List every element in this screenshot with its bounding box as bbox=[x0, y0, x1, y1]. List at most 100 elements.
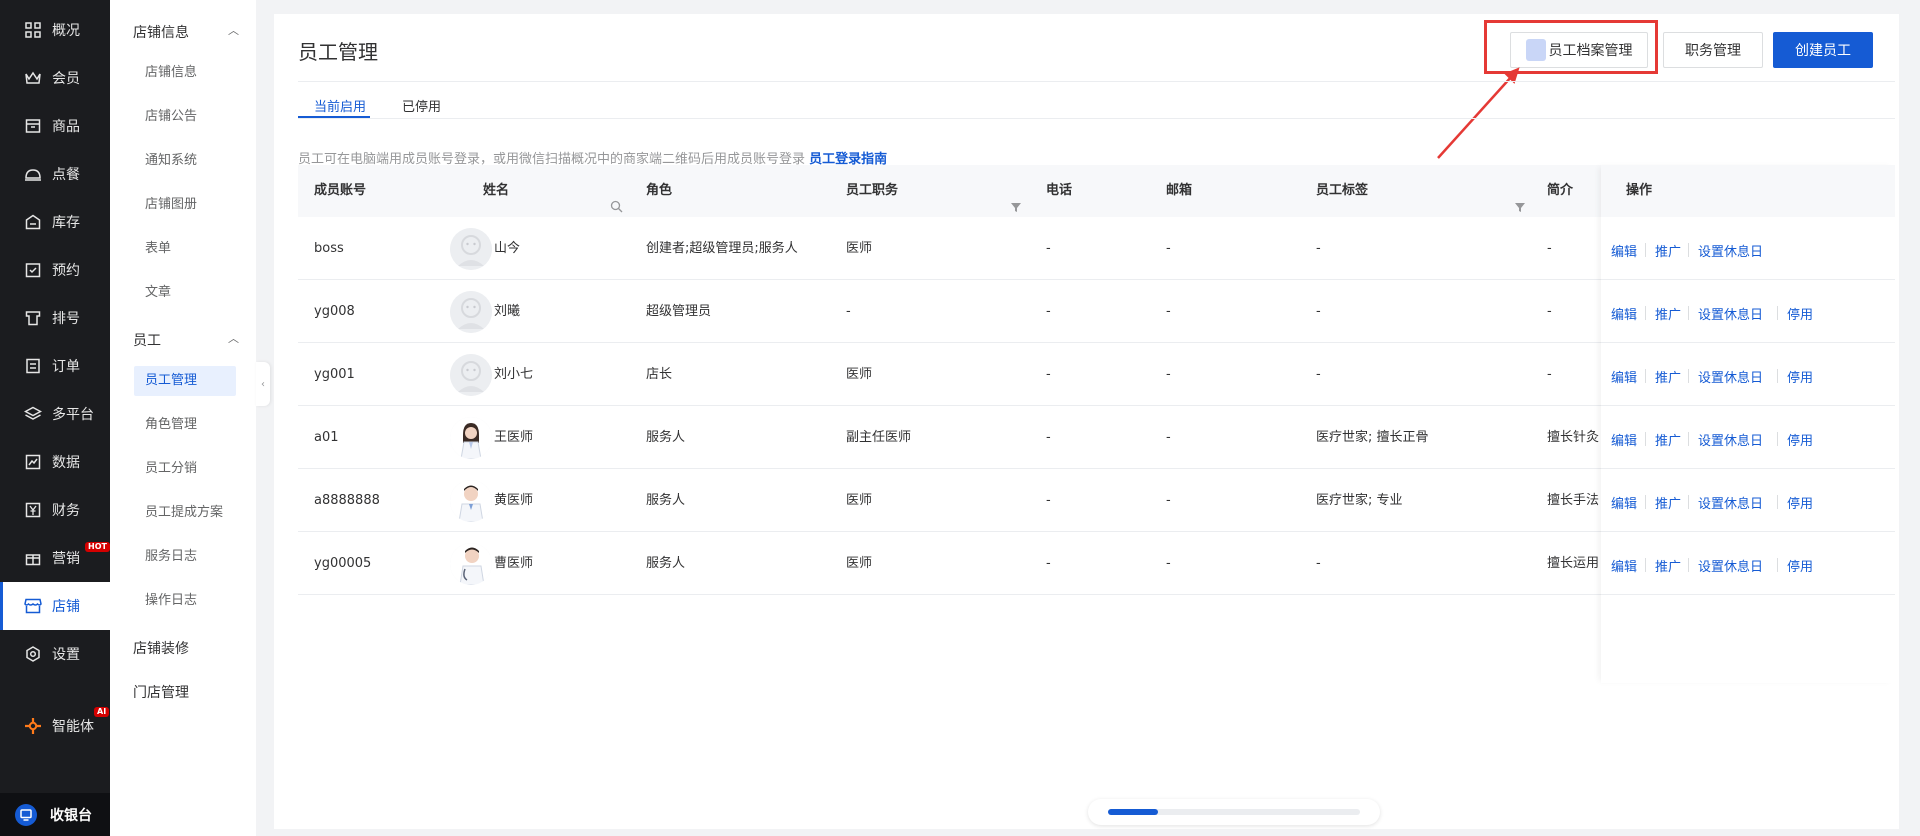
nav-item-agent[interactable]: 智能体 AI bbox=[0, 702, 110, 750]
op-separator bbox=[1645, 369, 1646, 383]
column-header-label: 员工标签 bbox=[1316, 183, 1369, 198]
tab-active-staff[interactable]: 当前启用 bbox=[314, 96, 366, 115]
disable-link[interactable]: 停用 bbox=[1787, 304, 1813, 323]
subnav-item-article[interactable]: 文章 bbox=[134, 278, 236, 308]
ai-badge: AI bbox=[94, 707, 110, 717]
promote-link[interactable]: 推广 bbox=[1655, 304, 1681, 323]
cell-account: a01 bbox=[314, 430, 339, 445]
nav-item-marketing[interactable]: 营销 HOT bbox=[0, 534, 110, 582]
cashier-button[interactable]: 收银台 bbox=[0, 793, 110, 836]
nav-item-label: 商品 bbox=[52, 119, 80, 135]
nav-item-queue[interactable]: 排号 bbox=[0, 294, 110, 342]
subnav-item-gallery[interactable]: 店铺图册 bbox=[134, 190, 236, 220]
subnav-group-decoration[interactable]: 店铺装修 bbox=[133, 638, 189, 658]
edit-link[interactable]: 编辑 bbox=[1611, 430, 1637, 449]
horizontal-scrollbar[interactable] bbox=[1088, 799, 1380, 825]
subnav-item-roles[interactable]: 角色管理 bbox=[134, 410, 236, 440]
subnav-item-announcement[interactable]: 店铺公告 bbox=[134, 102, 236, 132]
create-staff-button[interactable]: 创建员工 bbox=[1773, 32, 1873, 68]
column-header-ops: 操作 bbox=[1601, 165, 1895, 217]
cell-name: 山今 bbox=[494, 241, 521, 256]
cell-email: - bbox=[1166, 304, 1171, 319]
disable-link[interactable]: 停用 bbox=[1787, 430, 1813, 449]
nav-item-overview[interactable]: 概况 bbox=[0, 6, 110, 54]
nav-item-orders[interactable]: 订单 bbox=[0, 342, 110, 390]
cell-tags: 医疗世家; 擅长正骨 bbox=[1316, 430, 1429, 445]
promote-link[interactable]: 推广 bbox=[1655, 493, 1681, 512]
subnav-item-operation-log[interactable]: 操作日志 bbox=[134, 586, 236, 616]
tab-disabled-staff[interactable]: 已停用 bbox=[402, 96, 441, 115]
promote-link[interactable]: 推广 bbox=[1655, 556, 1681, 575]
dining-bell-icon bbox=[24, 165, 42, 183]
main-panel: 员工管理 员工档案管理 职务管理 创建员工 当前启用 已停用 员工可在电脑端用成… bbox=[274, 14, 1899, 829]
cell-email: - bbox=[1166, 241, 1171, 256]
edit-link[interactable]: 编辑 bbox=[1611, 556, 1637, 575]
ops-column: 操作 编辑 推广 设置休息日 编辑 推广 设置休息日 停用 编辑 推广 设置休息日 停用 编辑 推广 设置… bbox=[1601, 165, 1895, 683]
cell-role: 创建者;超级管理员;服务人 bbox=[646, 241, 798, 256]
set-rest-day-link[interactable]: 设置休息日 bbox=[1698, 556, 1763, 575]
set-rest-day-link[interactable]: 设置休息日 bbox=[1698, 304, 1763, 323]
set-rest-day-link[interactable]: 设置休息日 bbox=[1698, 430, 1763, 449]
cell-email: - bbox=[1166, 367, 1171, 382]
cell-tags: - bbox=[1316, 241, 1321, 256]
edit-link[interactable]: 编辑 bbox=[1611, 493, 1637, 512]
cell-account: yg00005 bbox=[314, 556, 372, 571]
subnav-item-commission[interactable]: 员工提成方案 bbox=[134, 498, 236, 528]
nav-item-data[interactable]: 数据 bbox=[0, 438, 110, 486]
nav-item-store[interactable]: 店铺 bbox=[0, 582, 110, 630]
subnav-item-staff-management[interactable]: 员工管理 bbox=[134, 366, 236, 396]
edit-link[interactable]: 编辑 bbox=[1611, 367, 1637, 386]
cell-duty: - bbox=[846, 304, 851, 319]
disable-link[interactable]: 停用 bbox=[1787, 556, 1813, 575]
subnav-group-label: 员工 bbox=[133, 333, 161, 349]
disable-link[interactable]: 停用 bbox=[1787, 493, 1813, 512]
nav-item-label: 预约 bbox=[52, 263, 80, 279]
scrollbar-thumb[interactable] bbox=[1108, 809, 1158, 815]
nav-item-dining[interactable]: 点餐 bbox=[0, 150, 110, 198]
disable-link[interactable]: 停用 bbox=[1787, 367, 1813, 386]
subnav-group-store-info[interactable]: 店铺信息 ︿ bbox=[133, 22, 239, 42]
nav-item-settings[interactable]: 设置 bbox=[0, 630, 110, 678]
nav-item-finance[interactable]: 财务 bbox=[0, 486, 110, 534]
nav-item-label: 库存 bbox=[52, 215, 80, 231]
subnav-item-notify[interactable]: 通知系统 bbox=[134, 146, 236, 176]
set-rest-day-link[interactable]: 设置休息日 bbox=[1698, 493, 1763, 512]
cell-intro: 擅长运用 bbox=[1547, 556, 1600, 571]
nav-item-member[interactable]: 会员 bbox=[0, 54, 110, 102]
cell-duty: 医师 bbox=[846, 241, 873, 256]
avatar bbox=[450, 228, 492, 270]
op-separator bbox=[1688, 306, 1689, 320]
collapse-sidebar-button[interactable]: ‹ bbox=[256, 362, 270, 406]
gift-icon bbox=[24, 549, 42, 567]
edit-link[interactable]: 编辑 bbox=[1611, 241, 1637, 260]
avatar bbox=[450, 543, 492, 585]
subnav-group-branches[interactable]: 门店管理 bbox=[133, 682, 189, 702]
subnav-item-store-info[interactable]: 店铺信息 bbox=[134, 58, 236, 88]
divider bbox=[298, 118, 1895, 119]
cell-role: 服务人 bbox=[646, 493, 686, 508]
edit-link[interactable]: 编辑 bbox=[1611, 304, 1637, 323]
nav-item-multiplatform[interactable]: 多平台 bbox=[0, 390, 110, 438]
promote-link[interactable]: 推广 bbox=[1655, 430, 1681, 449]
subnav-group-staff[interactable]: 员工 ︿ bbox=[133, 330, 239, 350]
order-list-icon bbox=[24, 357, 42, 375]
cell-phone: - bbox=[1046, 493, 1051, 508]
cell-tags: - bbox=[1316, 367, 1321, 382]
grid-icon bbox=[24, 21, 42, 39]
subnav-item-service-log[interactable]: 服务日志 bbox=[134, 542, 236, 572]
cell-role: 超级管理员 bbox=[646, 304, 712, 319]
promote-link[interactable]: 推广 bbox=[1655, 241, 1681, 260]
row-divider bbox=[1601, 279, 1895, 280]
nav-item-goods[interactable]: 商品 bbox=[0, 102, 110, 150]
subnav-item-form[interactable]: 表单 bbox=[134, 234, 236, 264]
nav-item-label: 数据 bbox=[52, 455, 80, 471]
avatar bbox=[450, 291, 492, 333]
set-rest-day-link[interactable]: 设置休息日 bbox=[1698, 367, 1763, 386]
subnav-item-staff-distribution[interactable]: 员工分销 bbox=[134, 454, 236, 484]
promote-link[interactable]: 推广 bbox=[1655, 367, 1681, 386]
queue-ticket-icon bbox=[24, 309, 42, 327]
duty-management-button[interactable]: 职务管理 bbox=[1663, 32, 1763, 68]
nav-item-booking[interactable]: 预约 bbox=[0, 246, 110, 294]
nav-item-inventory[interactable]: 库存 bbox=[0, 198, 110, 246]
set-rest-day-link[interactable]: 设置休息日 bbox=[1698, 241, 1763, 260]
